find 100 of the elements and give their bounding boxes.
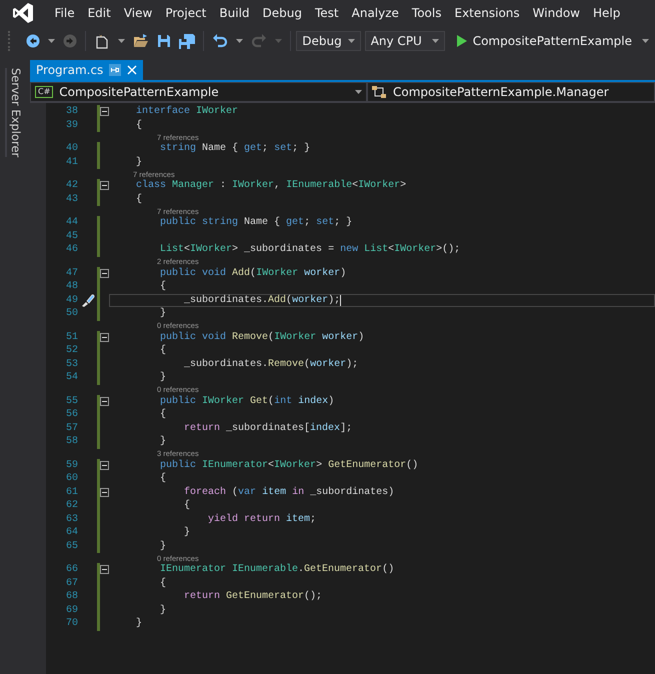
code-line: } [159, 540, 166, 553]
caret-icon [355, 90, 362, 94]
code-line: } [159, 604, 166, 617]
line-number: 61 [64, 486, 78, 498]
member-dropdown[interactable]: CompositePatternExample.Manager [367, 82, 655, 102]
code-line: } [159, 371, 166, 384]
code-line: interface IWorker [135, 105, 238, 118]
collapse-icon[interactable] [100, 181, 109, 190]
line-number: 59 [64, 460, 78, 471]
configuration-dropdown[interactable]: Debug [296, 31, 361, 51]
collapse-icon[interactable] [100, 268, 109, 278]
line-number: 49 [64, 294, 78, 306]
code-line: public IEnumerator<IWorker> GetEnumerator() [159, 458, 418, 472]
collapse-icon[interactable] [100, 565, 109, 574]
code-line: yield return item; [207, 512, 316, 526]
file-type-badge: C# [35, 86, 54, 98]
line-number: 39 [64, 120, 78, 131]
platform-dropdown[interactable]: Any CPU [364, 31, 445, 51]
line-number: 47 [64, 268, 78, 279]
menu-item[interactable]: Tools [405, 6, 448, 20]
app-logo-icon [12, 2, 34, 24]
project-dropdown[interactable]: C# CompositePatternExample [30, 82, 367, 102]
line-number: 63 [64, 514, 78, 525]
code-line: foreach (var item in _subordinates) [183, 486, 394, 499]
caret-icon [432, 39, 439, 43]
menu-item[interactable]: Window [526, 6, 586, 20]
code-line: List<IWorker> _subordinates = new List<IWorker>(); [159, 243, 460, 256]
code-line: { [135, 192, 142, 206]
line-number: 56 [64, 409, 78, 420]
play-icon [456, 35, 467, 47]
code-line: } [135, 617, 142, 630]
line-number: 50 [64, 308, 78, 320]
line-number: 64 [64, 527, 78, 538]
line-number: 43 [64, 194, 78, 205]
collapse-icon[interactable] [100, 460, 109, 470]
line-number: 55 [64, 396, 78, 407]
code-line: { [135, 118, 142, 132]
file-tab[interactable]: Program.cs [30, 60, 144, 80]
line-number: 58 [64, 436, 78, 448]
line-number: 42 [64, 180, 78, 192]
menu-item[interactable]: Help [586, 6, 627, 20]
menu-item[interactable]: View [117, 6, 159, 20]
code-line: class Manager : IWorker, IEnumerable<IWorker> [135, 179, 406, 192]
side-panel-tab[interactable]: Server Explorer [5, 68, 25, 158]
brush-icon[interactable] [80, 293, 94, 308]
code-line: { [159, 344, 166, 358]
collapse-icon[interactable] [100, 396, 109, 406]
code-line: } [159, 435, 166, 448]
line-number: 46 [64, 244, 78, 256]
menu-item[interactable]: Project [158, 6, 213, 20]
menu-item[interactable]: Extensions [448, 6, 526, 20]
line-number: 41 [64, 156, 78, 168]
line-number: 48 [64, 281, 78, 292]
code-line: } [135, 156, 142, 169]
caret-icon [348, 39, 355, 43]
line-number: 45 [64, 230, 78, 242]
menu-item[interactable]: Edit [81, 6, 118, 20]
collapse-icon[interactable] [100, 107, 109, 116]
line-number: 40 [64, 143, 78, 154]
line-number: 44 [64, 217, 78, 228]
line-number: 69 [64, 604, 78, 616]
code-line: { [159, 472, 166, 486]
line-number: 51 [64, 332, 78, 343]
code-line: return _subordinates[index]; [183, 422, 352, 435]
menu-item[interactable]: Debug [256, 6, 308, 20]
line-number: 38 [64, 106, 78, 118]
line-number: 70 [64, 618, 78, 630]
line-number: 66 [64, 564, 78, 576]
line-number: 68 [64, 591, 78, 602]
menu-item[interactable]: Test [308, 6, 346, 20]
code-line: { [159, 408, 166, 422]
code-line: return GetEnumerator(); [183, 590, 322, 604]
collapse-icon[interactable] [100, 488, 109, 497]
code-line: } [183, 526, 190, 540]
code-line: _subordinates.Remove(worker); [183, 358, 358, 371]
code-line: public string Name { get; set; } [159, 216, 352, 230]
code-line: public void Add(IWorker worker) [159, 266, 346, 280]
code-line: string Name { get; set; } [159, 142, 310, 156]
menu-item[interactable]: Build [212, 6, 256, 20]
code-line: { [159, 280, 166, 294]
line-number: 57 [64, 422, 78, 434]
code-line: { [159, 576, 166, 590]
floppy-disks-icon[interactable] [176, 32, 197, 50]
menu-item[interactable]: Analyze [345, 6, 406, 20]
collapse-icon[interactable] [100, 332, 109, 342]
start-button[interactable]: CompositePatternExample [448, 34, 636, 48]
line-number: 60 [64, 473, 78, 484]
code-line: public void Remove(IWorker worker) [159, 330, 364, 344]
code-line: IEnumerator IEnumerable.GetEnumerator() [159, 563, 394, 576]
line-number: 65 [64, 540, 78, 552]
pin-icon[interactable] [109, 64, 122, 76]
line-number: 67 [64, 578, 78, 589]
code-line: } [159, 307, 166, 320]
code-line: public IWorker Get(int index) [159, 394, 334, 408]
line-number: 62 [64, 500, 78, 512]
close-icon[interactable] [127, 65, 138, 75]
code-line: { [183, 499, 190, 512]
line-number: 53 [64, 358, 78, 370]
line-number: 52 [64, 345, 78, 356]
menu-item[interactable]: File [48, 6, 82, 20]
